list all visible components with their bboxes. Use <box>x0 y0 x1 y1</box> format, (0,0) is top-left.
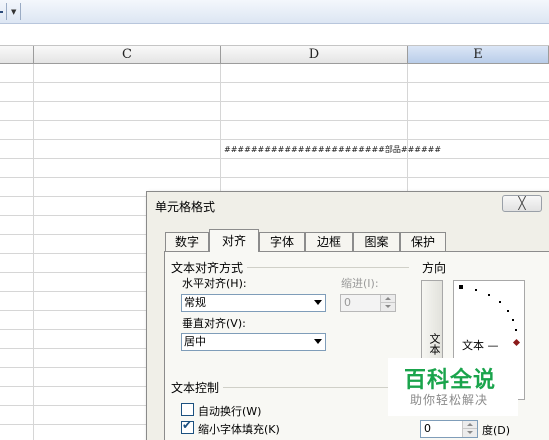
spreadsheet-window: ▼ C D E ########################部品######… <box>0 0 549 440</box>
column-header-b[interactable] <box>0 46 34 64</box>
toolbar-button[interactable] <box>0 3 7 20</box>
formula-bar[interactable] <box>0 24 549 46</box>
stepper-up-icon[interactable] <box>462 421 477 429</box>
stepper-down-icon[interactable] <box>380 303 395 311</box>
vertical-text-label: 文本 <box>428 333 441 355</box>
group-divider <box>223 387 409 388</box>
orientation-dot <box>515 329 517 331</box>
tab-border[interactable]: 边框 <box>305 232 353 251</box>
tab-alignment[interactable]: 对齐 <box>209 229 259 252</box>
chevron-down-icon: ▼ <box>11 8 17 16</box>
dialog-title: 单元格格式 <box>155 200 216 214</box>
stepper-up-icon[interactable] <box>380 295 395 303</box>
column-header-c[interactable]: C <box>34 46 221 64</box>
indent-stepper[interactable]: 0 <box>340 294 396 312</box>
indent-label: 缩进(I): <box>341 277 379 290</box>
orientation-handle-icon[interactable] <box>512 338 521 347</box>
wrap-text-label: 自动换行(W) <box>198 405 262 418</box>
column-header-e[interactable]: E <box>408 46 549 64</box>
column-header-d[interactable]: D <box>221 46 408 64</box>
orientation-dot <box>475 289 477 291</box>
tab-patterns[interactable]: 图案 <box>353 232 400 251</box>
toolbar: ▼ <box>0 0 549 24</box>
horizontal-align-label: 水平对齐(H): <box>182 277 247 290</box>
group-divider <box>247 267 409 268</box>
watermark-title: 百科全说 <box>404 368 497 393</box>
orientation-dot <box>499 301 501 303</box>
chevron-down-icon <box>314 300 322 305</box>
shrink-to-fit-checkbox[interactable]: ✔ <box>181 418 194 434</box>
degrees-value: 0 <box>424 422 431 435</box>
cell-d-value[interactable]: ########################部品###### <box>224 144 441 155</box>
horizontal-align-select[interactable]: 常规 <box>181 294 326 312</box>
close-icon: ╳ <box>518 196 526 210</box>
tab-protection[interactable]: 保护 <box>400 232 446 251</box>
watermark-logo: 百科全说 助你轻松解决 <box>388 358 518 416</box>
close-button[interactable]: ╳ <box>502 195 542 212</box>
indent-value: 0 <box>344 296 351 309</box>
vertical-align-select[interactable]: 居中 <box>181 333 326 351</box>
gridline <box>33 64 34 440</box>
orientation-dot <box>488 294 490 296</box>
orientation-dot <box>507 310 509 312</box>
orientation-dot <box>459 285 463 289</box>
text-control-group-label: 文本控制 <box>171 381 220 395</box>
wrap-text-checkbox[interactable] <box>181 403 194 416</box>
checkmark-icon: ✔ <box>182 418 193 432</box>
vertical-align-label: 垂直对齐(V): <box>182 317 246 330</box>
orientation-group-label: 方向 <box>422 261 447 275</box>
shrink-to-fit-label: 缩小字体填充(K) <box>198 423 280 436</box>
horizontal-align-value: 常规 <box>184 296 206 309</box>
orientation-dot <box>512 319 514 321</box>
tab-font[interactable]: 字体 <box>259 232 305 251</box>
degrees-label: 度(D) <box>482 424 511 437</box>
text-alignment-group-label: 文本对齐方式 <box>171 261 244 275</box>
toolbar-dropdown-arrow[interactable]: ▼ <box>8 3 21 20</box>
tab-number[interactable]: 数字 <box>165 232 209 251</box>
vertical-align-value: 居中 <box>184 335 206 348</box>
degrees-stepper[interactable]: 0 <box>420 420 478 438</box>
chevron-down-icon <box>314 339 322 344</box>
orientation-sample-text: 文本 — <box>462 339 499 352</box>
watermark-subtitle: 助你轻松解决 <box>410 393 489 407</box>
stepper-down-icon[interactable] <box>462 429 477 437</box>
